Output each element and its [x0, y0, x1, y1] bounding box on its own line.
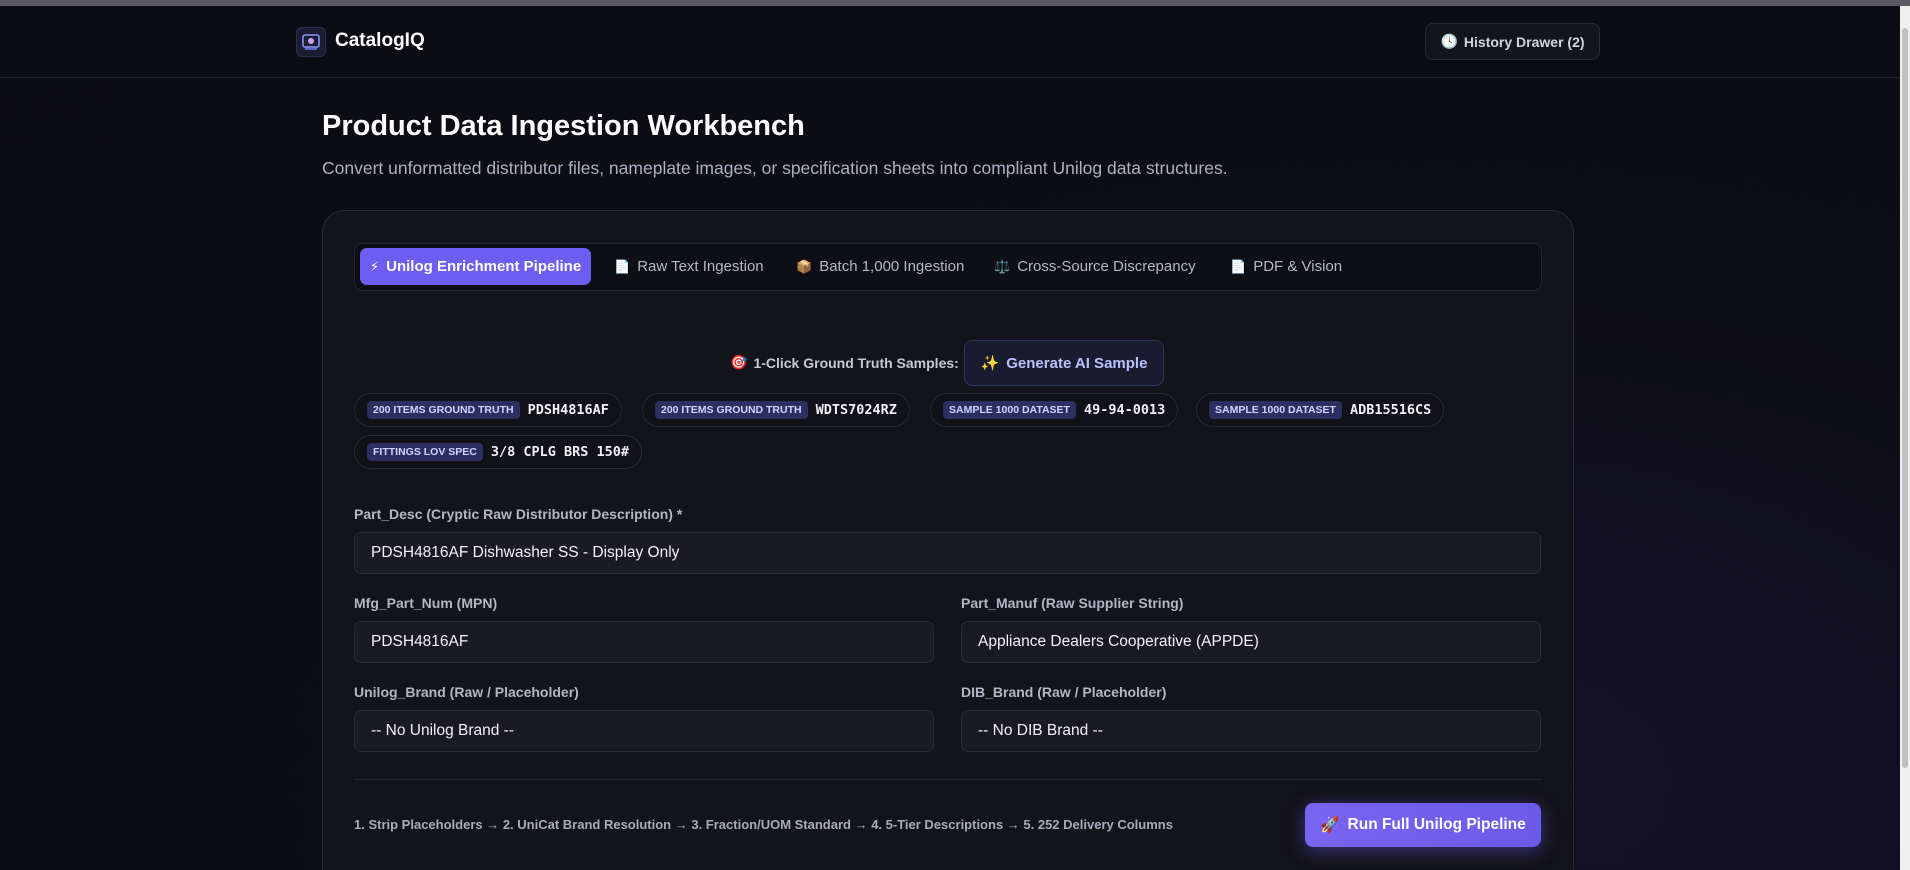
sample-chip-code: PDSH4816AF — [527, 402, 609, 418]
unilog-brand-input[interactable]: -- No Unilog Brand -- — [354, 710, 934, 752]
mfg-part-num-label: Mfg_Part_Num (MPN) — [354, 595, 498, 611]
sample-chip-code: 49-94-0013 — [1083, 402, 1166, 418]
page-subtitle: Convert unformatted distributor files, n… — [322, 158, 1228, 178]
target-icon: 🎯 — [730, 354, 748, 370]
tab-pdf-vision[interactable]: 📄 PDF & Vision — [1220, 248, 1352, 285]
rocket-icon: 🚀 — [1320, 816, 1340, 834]
sample-chip-tag: 200 ITEMS GROUND TRUTH — [655, 401, 808, 419]
tab-cross-source-discrepancy[interactable]: ⚖️ Cross-Source Discrepancy — [984, 248, 1206, 285]
generate-ai-sample-label: Generate AI Sample — [1006, 354, 1148, 372]
page-title: Product Data Ingestion Workbench — [322, 110, 805, 142]
tab-label: Unilog Enrichment Pipeline — [386, 258, 582, 275]
part-desc-input[interactable]: PDSH4816AF Dishwasher SS - Display Only — [354, 532, 1541, 574]
sample-chip[interactable]: 200 ITEMS GROUND TRUTH WDTS7024RZ — [642, 393, 910, 427]
tab-unilog-enrichment-pipeline[interactable]: ⚡ Unilog Enrichment Pipeline — [360, 248, 592, 285]
tab-label: Batch 1,000 Ingestion — [819, 258, 965, 275]
dib-brand-label: DIB_Brand (Raw / Placeholder) — [961, 684, 1167, 700]
app-header: CatalogIQ 🕓 History Drawer (2) — [0, 6, 1900, 78]
sample-chip-tag: SAMPLE 1000 DATASET — [943, 401, 1076, 419]
part-manuf-input[interactable]: Appliance Dealers Cooperative (APPDE) — [961, 621, 1541, 663]
sample-chip[interactable]: SAMPLE 1000 DATASET 49-94-0013 — [930, 393, 1179, 427]
sample-chip[interactable]: SAMPLE 1000 DATASET ADB15516CS — [1196, 393, 1445, 427]
run-full-pipeline-button[interactable]: 🚀 Run Full Unilog Pipeline — [1305, 803, 1541, 847]
tab-raw-text-ingestion[interactable]: 📄 Raw Text Ingestion — [604, 248, 774, 285]
sample-chip-tag: 200 ITEMS GROUND TRUTH — [367, 401, 520, 419]
dib-brand-input[interactable]: -- No DIB Brand -- — [961, 710, 1541, 752]
sample-chip-code: 3/8 CPLG BRS 150# — [490, 444, 630, 460]
run-full-pipeline-label: Run Full Unilog Pipeline — [1347, 816, 1526, 833]
sample-chip-code: ADB15516CS — [1349, 402, 1432, 418]
history-drawer-button[interactable]: 🕓 History Drawer (2) — [1425, 23, 1600, 60]
samples-label-text: 1-Click Ground Truth Samples: — [753, 354, 959, 371]
document-icon: 📄 — [614, 258, 631, 274]
history-drawer-label: History Drawer (2) — [1463, 33, 1585, 50]
pdf-icon: 📄 — [1230, 258, 1247, 274]
lightning-icon: ⚡ — [370, 258, 380, 274]
ground-truth-samples-label: 🎯 1-Click Ground Truth Samples: — [730, 354, 959, 371]
part-desc-label: Part_Desc (Cryptic Raw Distributor Descr… — [354, 506, 683, 522]
sample-chip[interactable]: 200 ITEMS GROUND TRUTH PDSH4816AF — [354, 393, 622, 427]
mfg-part-num-input[interactable]: PDSH4816AF — [354, 621, 934, 663]
app-name: CatalogIQ — [335, 30, 425, 51]
tab-batch-ingestion[interactable]: 📦 Batch 1,000 Ingestion — [786, 248, 974, 285]
unilog-brand-label: Unilog_Brand (Raw / Placeholder) — [354, 684, 579, 700]
tab-label: Raw Text Ingestion — [637, 258, 764, 275]
generate-ai-sample-button[interactable]: ✨ Generate AI Sample — [964, 340, 1164, 386]
page-scrollbar-thumb[interactable] — [1902, 28, 1908, 768]
scales-icon: ⚖️ — [994, 258, 1011, 274]
clock-icon: 🕓 — [1440, 33, 1458, 49]
part-manuf-label: Part_Manuf (Raw Supplier String) — [961, 595, 1184, 611]
tab-label: Cross-Source Discrepancy — [1017, 258, 1196, 275]
pipeline-steps: 1. Strip Placeholders → 2. UniCat Brand … — [354, 817, 1173, 832]
sample-chip-code: WDTS7024RZ — [815, 402, 897, 418]
sample-chip-tag: FITTINGS LOV SPEC — [367, 443, 483, 461]
tab-label: PDF & Vision — [1253, 258, 1343, 275]
sample-chip[interactable]: FITTINGS LOV SPEC 3/8 CPLG BRS 150# — [354, 435, 643, 469]
sparkles-icon: ✨ — [980, 355, 1000, 372]
catalogiq-logo-icon — [296, 27, 326, 57]
sample-chip-tag: SAMPLE 1000 DATASET — [1209, 401, 1342, 419]
divider — [354, 779, 1542, 780]
package-icon: 📦 — [796, 258, 813, 274]
